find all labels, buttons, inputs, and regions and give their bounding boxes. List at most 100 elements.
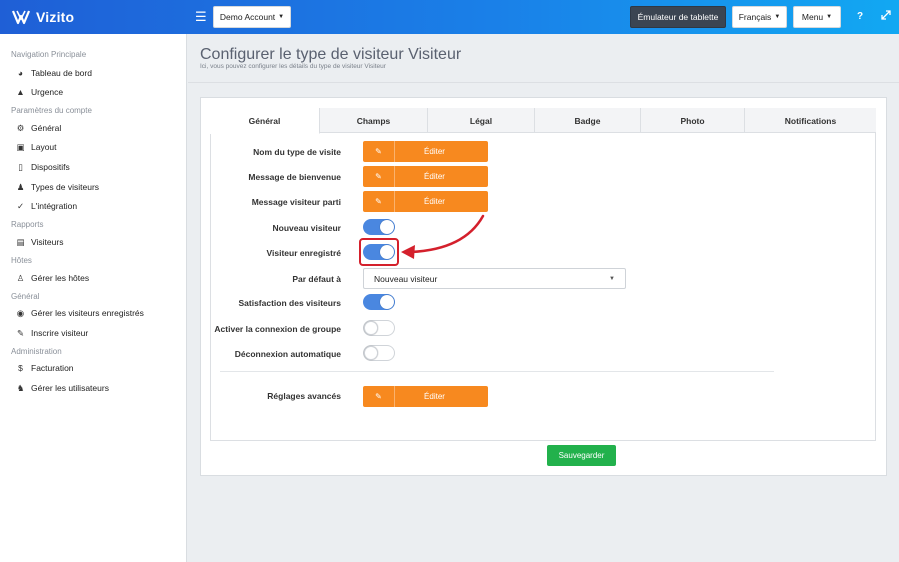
- sidebar-item-label: Dispositifs: [31, 162, 70, 172]
- sidebar-item-integration[interactable]: ✓ L'intégration: [16, 199, 77, 213]
- menu-label: Menu: [801, 12, 824, 22]
- sidebar-item-label: L'intégration: [31, 201, 78, 211]
- sidebar-item-billing[interactable]: $ Facturation: [16, 361, 74, 375]
- label-welcome-message: Message de bienvenue: [248, 172, 341, 182]
- label-group-login: Activer la connexion de groupe: [214, 324, 341, 334]
- new-visitor-toggle[interactable]: [363, 219, 395, 235]
- page-title: Configurer le type de visiteur Visiteur: [200, 46, 462, 63]
- auto-logout-toggle[interactable]: [363, 345, 395, 361]
- edit-icon: ✎: [363, 386, 395, 407]
- edit-icon: ✎: [363, 191, 395, 212]
- tab-general[interactable]: Général: [210, 108, 320, 134]
- highlight-box: [359, 238, 399, 266]
- gauge-icon: ◕: [17, 68, 24, 78]
- sidebar-item-manage-users[interactable]: ♞ Gérer les utilisateurs: [16, 381, 109, 395]
- brand-name: Vizito: [36, 9, 75, 25]
- sidebar-item-label: Facturation: [31, 363, 74, 373]
- plug-icon: ✓: [16, 201, 25, 211]
- sidebar-heading-hosts: Hôtes: [11, 256, 32, 265]
- tab-legal[interactable]: Légal: [428, 108, 535, 133]
- user-circle-icon: ◉: [16, 308, 25, 318]
- dollar-icon: $: [18, 363, 23, 373]
- sidebar-item-register-visitor[interactable]: ✎ Inscrire visiteur: [16, 326, 88, 340]
- sidebar-item-label: Général: [31, 123, 62, 133]
- sidebar-item-label: Visiteurs: [31, 237, 64, 247]
- label-new-visitor: Nouveau visiteur: [272, 223, 342, 233]
- sidebar-item-emergency[interactable]: ▲ Urgence: [16, 85, 63, 99]
- tab-badge[interactable]: Badge: [535, 108, 641, 133]
- sidebar-item-layout[interactable]: ▣ Layout: [16, 140, 57, 154]
- tab-notifications[interactable]: Notifications: [745, 108, 876, 133]
- vizito-logo-icon: [12, 10, 30, 25]
- chevron-down-icon: ▼: [278, 14, 285, 20]
- default-select-value: Nouveau visiteur: [374, 273, 438, 284]
- sidebar-item-label: Inscrire visiteur: [31, 328, 89, 338]
- tab-photo[interactable]: Photo: [641, 108, 745, 133]
- sidebar-item-dashboard[interactable]: ◕ Tableau de bord: [16, 66, 92, 80]
- edit-label: Éditer: [424, 147, 445, 156]
- save-button[interactable]: Sauvegarder: [547, 445, 616, 466]
- image-icon: ▣: [16, 142, 25, 152]
- gear-icon: ⚙: [16, 123, 25, 133]
- toggle-knob: [364, 321, 378, 335]
- edit-type-name-button[interactable]: ✎ Éditer: [363, 141, 488, 162]
- sidebar-item-label: Gérer les utilisateurs: [31, 383, 109, 393]
- label-default: Par défaut à: [292, 274, 341, 284]
- menu-dropdown[interactable]: Menu ▼: [793, 6, 841, 28]
- sidebar-item-visitor-types[interactable]: ♟ Types de visiteurs: [16, 180, 99, 194]
- question-icon[interactable]: ?: [853, 10, 867, 24]
- edit-departed-button[interactable]: ✎ Éditer: [363, 191, 488, 212]
- toggle-knob: [364, 346, 378, 360]
- label-auto-logout: Déconnexion automatique: [234, 349, 341, 359]
- chevron-down-icon: ▼: [826, 14, 833, 20]
- sidebar-heading-reports: Rapports: [11, 220, 44, 229]
- annotation-arrow-icon: [401, 214, 485, 259]
- sidebar-item-label: Gérer les hôtes: [31, 273, 90, 283]
- edit-label: Éditer: [424, 172, 445, 181]
- sidebar-item-visitors[interactable]: ▤ Visiteurs: [16, 235, 63, 249]
- sidebar-item-devices[interactable]: ▯ Dispositifs: [16, 160, 70, 174]
- form-divider: [220, 371, 774, 372]
- group-login-toggle[interactable]: [363, 320, 395, 336]
- tab-fields[interactable]: Champs: [320, 108, 428, 133]
- label-registered-visitor: Visiteur enregistré: [266, 248, 342, 258]
- sidebar-item-general[interactable]: ⚙ Général: [16, 121, 62, 135]
- label-departed-message: Message visiteur parti: [251, 197, 341, 207]
- label-satisfaction: Satisfaction des visiteurs: [238, 298, 341, 308]
- top-bar: Vizito ☰ Demo Account ▼ Émulateur de tabl…: [0, 0, 899, 34]
- edit-icon: ✎: [363, 141, 395, 162]
- sidebar-item-label: Layout: [31, 142, 57, 152]
- chevron-down-icon: ▼: [774, 14, 781, 20]
- language-dropdown[interactable]: Français ▼: [732, 6, 787, 28]
- sidebar-item-manage-hosts[interactable]: ♙ Gérer les hôtes: [16, 271, 89, 285]
- sidebar-heading-administration: Administration: [11, 347, 62, 356]
- sidebar-item-label: Tableau de bord: [31, 68, 92, 78]
- brand-logo[interactable]: Vizito: [12, 8, 74, 26]
- expand-icon[interactable]: [879, 10, 893, 24]
- language-label: Français: [738, 12, 772, 22]
- edit-icon: ✎: [363, 166, 395, 187]
- sidebar-heading-account-settings: Paramètres du compte: [11, 106, 92, 115]
- tab-bar: Général Champs Légal Badge Photo Notific…: [210, 108, 876, 134]
- toggle-knob: [380, 295, 394, 309]
- tablet-emulator-button[interactable]: Émulateur de tablette: [630, 6, 726, 28]
- sidebar-heading-navigation: Navigation Principale: [11, 50, 87, 59]
- account-dropdown[interactable]: Demo Account ▼: [213, 6, 291, 28]
- edit-advanced-button[interactable]: ✎ Éditer: [363, 386, 488, 407]
- menu-toggle-icon[interactable]: ☰: [195, 10, 207, 24]
- default-visitor-select[interactable]: Nouveau visiteur ▼: [363, 268, 626, 289]
- edit-label: Éditer: [424, 392, 445, 401]
- page-subtitle: Ici, vous pouvez configurer les détails …: [200, 63, 386, 70]
- sidebar-item-manage-registered[interactable]: ◉ Gérer les visiteurs enregistrés: [16, 306, 144, 320]
- edit-welcome-button[interactable]: ✎ Éditer: [363, 166, 488, 187]
- satisfaction-toggle[interactable]: [363, 294, 395, 310]
- tablet-icon: ▯: [18, 162, 23, 172]
- list-icon: ▤: [16, 237, 25, 247]
- warning-icon: ▲: [16, 87, 25, 97]
- user-plus-icon: ♞: [16, 383, 25, 393]
- pencil-icon: ✎: [16, 328, 25, 338]
- sidebar-item-label: Types de visiteurs: [31, 182, 100, 192]
- toggle-knob: [380, 220, 394, 234]
- sidebar-item-label: Gérer les visiteurs enregistrés: [31, 308, 144, 318]
- sidebar-item-label: Urgence: [31, 87, 64, 97]
